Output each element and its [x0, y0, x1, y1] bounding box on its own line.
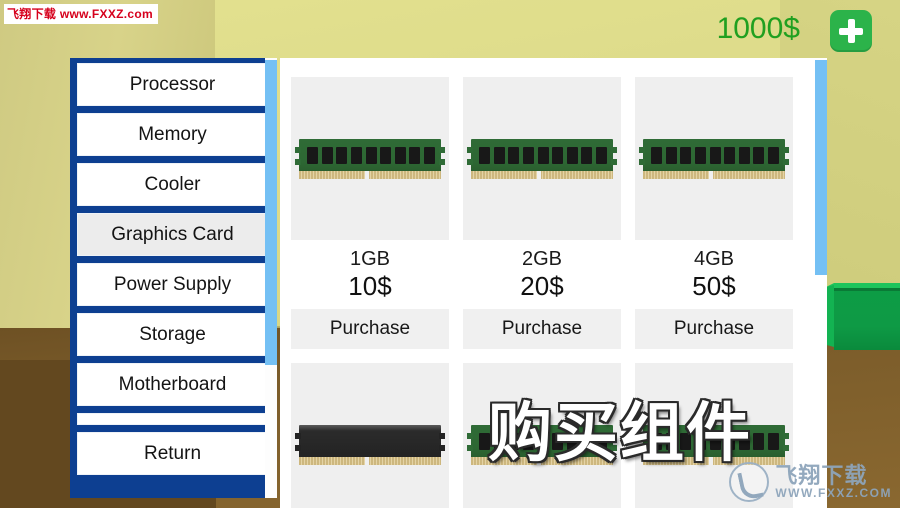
product-name: 2GB — [521, 248, 563, 270]
product-card[interactable]: 2GB 20$ Purchase — [463, 77, 621, 349]
add-money-button[interactable] — [830, 10, 872, 52]
product-card[interactable]: 1GB 10$ Purchase — [291, 77, 449, 349]
watermark-top: 飞翔下载 www.FXXZ.com — [4, 4, 159, 24]
overlay-caption: 购买组件 — [488, 397, 752, 469]
sidebar-item-return[interactable]: Return — [77, 432, 268, 475]
sidebar-item-memory[interactable]: Memory — [77, 113, 268, 156]
product-price: 10$ — [348, 271, 392, 301]
purchase-button[interactable]: Purchase — [635, 309, 793, 349]
product-name: 4GB — [693, 248, 735, 270]
product-image — [635, 77, 793, 240]
watermark-bottom: 飞翔下载 WWW.FXXZ.COM — [729, 462, 892, 502]
shop-scrollbar[interactable] — [815, 58, 827, 508]
ram-module-icon — [639, 135, 789, 182]
product-image — [291, 363, 449, 508]
product-name: 1GB — [349, 248, 391, 270]
sidebar-item-power-supply[interactable]: Power Supply — [77, 263, 268, 306]
category-sidebar: Processor Memory Cooler Graphics Card Po… — [70, 58, 275, 498]
purchase-button[interactable]: Purchase — [463, 309, 621, 349]
ram-module-icon — [467, 135, 617, 182]
money-label: 1000$ — [716, 12, 800, 45]
watermark-site-url: WWW.FXXZ.COM — [775, 486, 892, 501]
sidebar-scrollbar[interactable] — [265, 58, 277, 498]
product-image — [463, 77, 621, 240]
ram-module-icon — [295, 135, 445, 182]
watermark-site-name: 飞翔下载 — [775, 463, 868, 489]
product-price: 50$ — [692, 271, 736, 301]
watermark-logo-icon — [729, 462, 770, 502]
sidebar-item-cooler[interactable]: Cooler — [77, 163, 268, 206]
sidebar-item-processor[interactable]: Processor — [77, 63, 268, 106]
ram-module-icon — [295, 421, 445, 468]
sidebar-separator — [77, 413, 268, 425]
product-card[interactable] — [291, 363, 449, 508]
sidebar-item-motherboard[interactable]: Motherboard — [77, 363, 268, 406]
sidebar-item-graphics-card[interactable]: Graphics Card — [77, 213, 268, 256]
product-image — [291, 77, 449, 240]
game-screen: 1000$ Processor Memory Cooler Graphics C… — [0, 0, 900, 508]
green-crate-front — [834, 288, 900, 350]
plus-icon-stem — [847, 19, 855, 43]
purchase-button[interactable]: Purchase — [291, 309, 449, 349]
sidebar-item-storage[interactable]: Storage — [77, 313, 268, 356]
shop-scrollbar-thumb[interactable] — [815, 60, 827, 275]
product-price: 20$ — [520, 271, 564, 301]
sidebar-scrollbar-thumb[interactable] — [265, 60, 277, 365]
product-card[interactable]: 4GB 50$ Purchase — [635, 77, 793, 349]
